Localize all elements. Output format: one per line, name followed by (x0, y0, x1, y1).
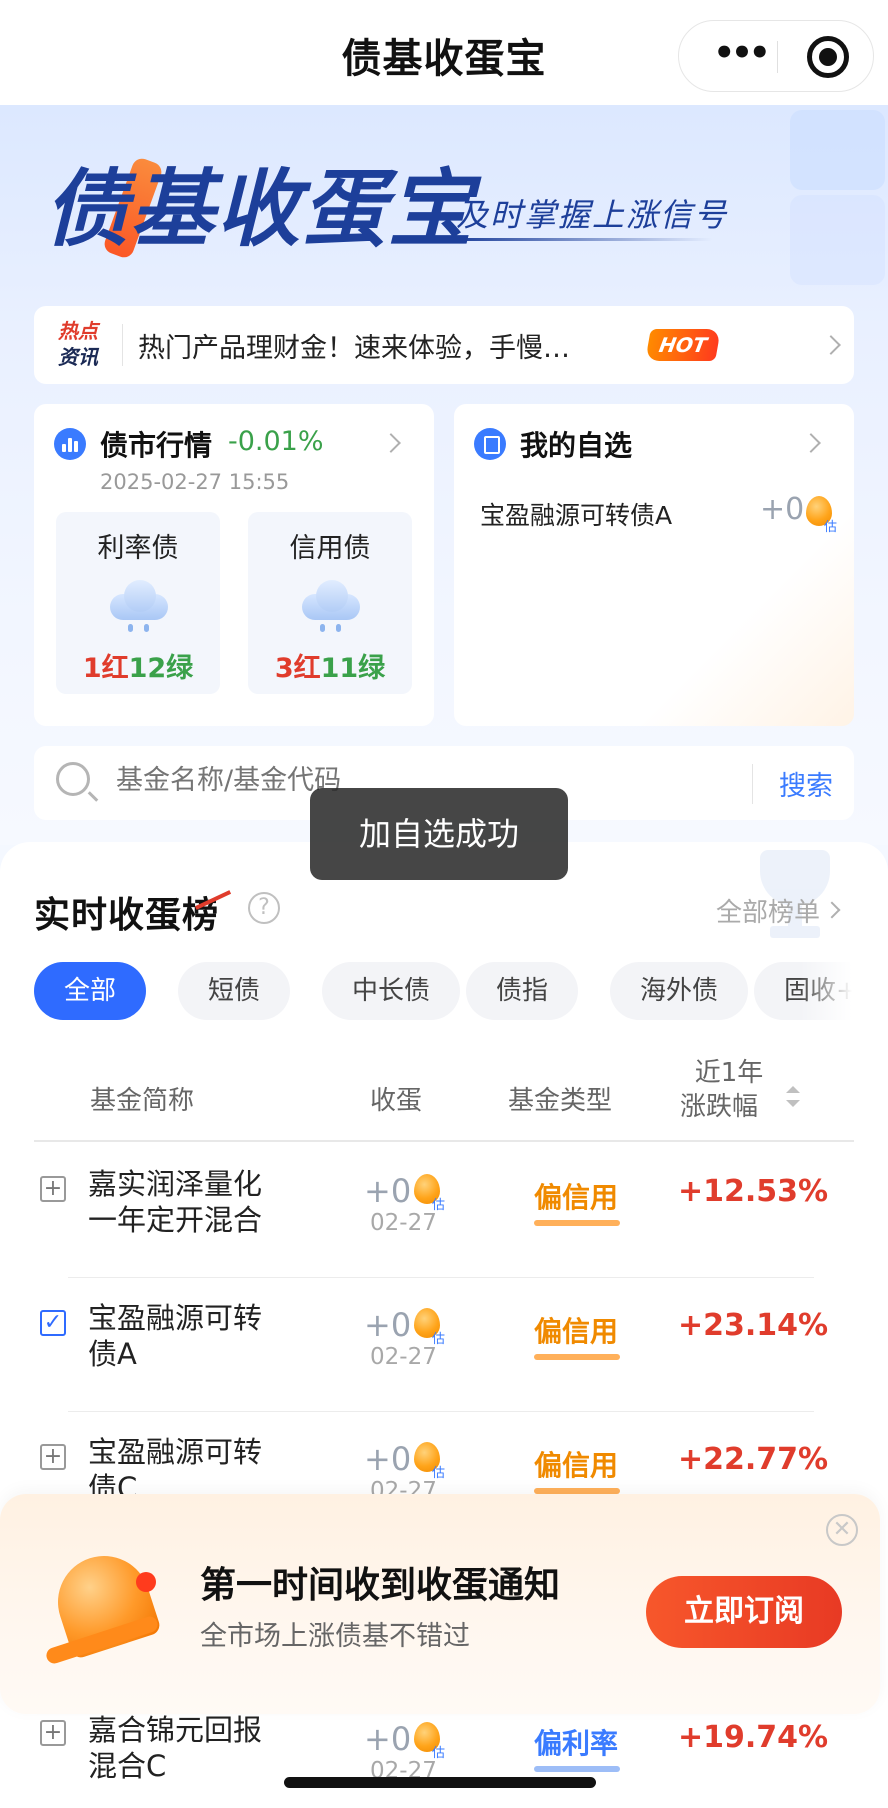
news-divider (122, 324, 123, 366)
news-tag-hot: 热点 (58, 319, 98, 343)
fund-name: 嘉实润泽量化 一年定开混合 (88, 1167, 263, 1237)
search-button[interactable]: 搜索 (770, 764, 842, 803)
fund-type: 偏信用 (534, 1449, 619, 1482)
fund-change: +23.14% (678, 1308, 829, 1343)
table-header: 基金简称 收蛋 基金类型 近1年 涨跌幅 (34, 1052, 854, 1142)
red-count: 1红 (82, 653, 129, 684)
rain-cloud-icon (110, 578, 168, 632)
ranking-title: 实时收蛋榜 (34, 895, 220, 936)
red-count: 3红 (274, 653, 321, 684)
miniprogram-capsule: ••• (678, 20, 874, 92)
search-icon (56, 762, 90, 796)
fund-type: 偏信用 (534, 1315, 619, 1348)
rate-bond-tile[interactable]: 利率债 1红12绿 (56, 512, 220, 694)
rate-bond-label: 利率债 (97, 533, 179, 564)
chevron-right-icon[interactable] (381, 433, 401, 453)
home-indicator[interactable] (284, 1777, 596, 1788)
fund-change: +19.74% (678, 1720, 829, 1755)
fund-type: 偏信用 (534, 1181, 619, 1214)
news-text[interactable]: 热门产品理财金！速来体验，手慢… (138, 326, 570, 365)
market-change: -0.01% (228, 426, 324, 457)
toast-message: 加自选成功 (310, 788, 568, 880)
egg-date: 02-27 (370, 1210, 437, 1236)
capsule-divider (777, 41, 778, 73)
subscribe-banner: 第一时间收到收蛋通知 全市场上涨债基不错过 立即订阅 ✕ (0, 1494, 880, 1714)
market-title: 债市行情 (100, 429, 213, 462)
news-ticker[interactable]: 热点 资讯 热门产品理财金！速来体验，手慢… HOT (34, 306, 854, 384)
add-watchlist-checkbox[interactable]: + (40, 1444, 66, 1470)
add-watchlist-checkbox[interactable]: + (40, 1176, 66, 1202)
chevron-right-icon[interactable] (821, 335, 841, 355)
close-icon[interactable]: ✕ (826, 1514, 858, 1546)
tabs-fade (800, 962, 852, 1022)
fund-change: +22.77% (678, 1442, 829, 1477)
chevron-right-icon[interactable] (801, 433, 821, 453)
close-target-icon[interactable] (807, 36, 849, 78)
slogan-underline (452, 238, 712, 241)
search-divider (752, 764, 753, 804)
tab-short-bond[interactable]: 短债 (178, 962, 291, 1020)
all-rankings-label: 全部榜单 (716, 898, 821, 928)
hot-badge: HOT (645, 329, 721, 361)
credit-bond-label: 信用债 (289, 533, 371, 564)
fund-change: +12.53% (678, 1174, 829, 1209)
fund-name: 嘉合锦元回报 混合C (88, 1713, 263, 1783)
egg-value: +0 (364, 1720, 412, 1758)
fund-type-underline (534, 1766, 620, 1772)
egg-value: +0 (364, 1172, 412, 1210)
more-icon[interactable]: ••• (707, 36, 773, 71)
subscribe-button[interactable]: 立即订阅 (646, 1576, 842, 1648)
hero-decoration (790, 195, 885, 285)
hero-slogan: 及时掌握上涨信号 (456, 196, 729, 234)
fund-type-underline (534, 1220, 620, 1226)
news-tag-info: 资讯 (58, 345, 98, 369)
rate-bond-stat: 1红12绿 (56, 646, 220, 685)
col-change[interactable]: 涨跌幅 (680, 1086, 758, 1123)
bar-chart-icon (54, 428, 86, 460)
banner-subtitle: 全市场上涨债基不错过 (200, 1621, 470, 1652)
hero-logo: 债基收蛋宝 (44, 160, 475, 258)
category-tabs: 全部 短债 中长债 债指 海外债 固收+ (34, 962, 852, 1022)
col-egg: 收蛋 (370, 1086, 423, 1116)
all-rankings-link[interactable]: 全部榜单 (716, 892, 820, 929)
market-datetime: 2025-02-27 15:55 (100, 470, 290, 494)
watchlist-egg-value: +0 (760, 492, 805, 527)
col-fund-name: 基金简称 (90, 1086, 195, 1116)
watchlist-checkbox-checked[interactable]: ✓ (40, 1310, 66, 1336)
egg-estimate-tag: 估 (824, 520, 838, 535)
add-watchlist-checkbox[interactable]: + (40, 1720, 66, 1746)
fund-type: 偏利率 (534, 1727, 619, 1760)
table-row[interactable]: + 嘉实润泽量化 一年定开混合 +0 估 02-27 偏信用 +12.53% (34, 1144, 854, 1278)
col-1y-label[interactable]: 近1年 (686, 1052, 772, 1089)
news-tag: 热点 资讯 (58, 318, 108, 374)
table-row[interactable]: ✓ 宝盈融源可转 债A +0 估 02-27 偏信用 +23.14% (34, 1278, 854, 1412)
help-icon[interactable]: ? (248, 892, 280, 924)
tab-long-bond[interactable]: 中长债 (322, 962, 461, 1020)
nav-bar: 债基收蛋宝 ••• (0, 0, 888, 105)
rain-cloud-icon (302, 578, 360, 632)
col-fund-type: 基金类型 (508, 1086, 613, 1116)
egg-date: 02-27 (370, 1344, 437, 1370)
banner-title: 第一时间收到收蛋通知 (200, 1565, 561, 1606)
bell-icon (44, 1542, 164, 1672)
sort-icon[interactable] (784, 1086, 800, 1114)
tab-bond-index[interactable]: 债指 (466, 962, 579, 1020)
watchlist-fund-name[interactable]: 宝盈融源可转债A (480, 496, 672, 532)
watchlist-card[interactable]: 我的自选 宝盈融源可转债A +0 估 (454, 404, 854, 726)
tab-all[interactable]: 全部 (34, 962, 147, 1020)
green-count: 12绿 (128, 653, 194, 684)
credit-bond-stat: 3红11绿 (248, 646, 412, 685)
fund-type-underline (534, 1354, 620, 1360)
credit-bond-tile[interactable]: 信用债 3红11绿 (248, 512, 412, 694)
hero-decoration (790, 110, 885, 190)
tab-overseas-bond[interactable]: 海外债 (610, 962, 749, 1020)
fund-name: 宝盈融源可转 债A (88, 1301, 263, 1371)
egg-value: +0 (364, 1306, 412, 1344)
bookmark-icon (474, 428, 506, 460)
green-count: 11绿 (320, 653, 386, 684)
egg-value: +0 (364, 1440, 412, 1478)
bond-market-card[interactable]: 债市行情 -0.01% 2025-02-27 15:55 利率债 1红12绿 信… (34, 404, 434, 726)
watchlist-title: 我的自选 (520, 429, 633, 462)
